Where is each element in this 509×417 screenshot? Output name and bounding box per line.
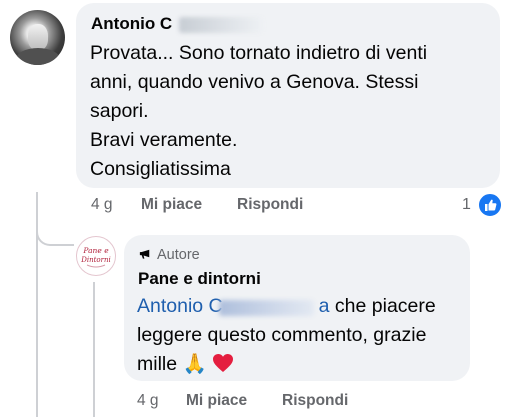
reaction-count[interactable]: 1 bbox=[462, 196, 471, 214]
comment-time[interactable]: 4 g bbox=[91, 196, 113, 214]
commenter-name[interactable]: Antonio C bbox=[91, 14, 172, 34]
name-blur bbox=[179, 17, 263, 33]
avatar-shoulders bbox=[16, 48, 60, 65]
commenter-avatar[interactable] bbox=[10, 10, 65, 65]
svg-text:Dintorni: Dintorni bbox=[80, 256, 110, 264]
mention-tail: a bbox=[318, 295, 330, 317]
author-badge: Autore bbox=[138, 246, 200, 263]
red-heart-emoji bbox=[212, 353, 234, 375]
like-button[interactable]: Mi piace bbox=[141, 196, 202, 214]
reply-like-button[interactable]: Mi piace bbox=[186, 392, 247, 410]
thumbs-up-icon[interactable] bbox=[477, 192, 503, 218]
mention-blur bbox=[219, 300, 314, 316]
mention-visible: Antonio C bbox=[137, 295, 223, 317]
reply-actions: 4 g Mi piace Rispondi bbox=[137, 392, 387, 412]
comment-bubble: Antonio C Provata... Sono tornato indiet… bbox=[76, 3, 500, 188]
reply-reply-button[interactable]: Rispondi bbox=[282, 392, 348, 410]
megaphone-icon bbox=[139, 249, 150, 259]
comment-actions: 4 g Mi piace Rispondi bbox=[91, 196, 341, 216]
commenter-name-text: Antonio C bbox=[91, 14, 173, 33]
reply-thread-line bbox=[93, 282, 95, 417]
comment-text: Provata... Sono tornato indietro di vent… bbox=[90, 42, 428, 180]
reply-text-first: che piacere bbox=[329, 295, 436, 317]
page-logo-avatar[interactable]: Pane e Dintorni bbox=[76, 236, 116, 276]
svg-text:Pane e: Pane e bbox=[82, 246, 109, 255]
reply-button[interactable]: Rispondi bbox=[237, 196, 303, 214]
author-badge-label: Autore bbox=[157, 247, 200, 263]
reply-time[interactable]: 4 g bbox=[137, 392, 159, 410]
reply-bubble: Autore Pane e dintorni Antonio C a che pi… bbox=[124, 235, 470, 381]
folded-hands-emoji: 🙏 bbox=[182, 353, 207, 375]
thread-connector bbox=[36, 220, 74, 246]
page-name[interactable]: Pane e dintorni bbox=[138, 269, 261, 289]
reply-text-rest: leggere questo commento, grazie mille bbox=[137, 324, 427, 375]
avatar-face bbox=[28, 24, 48, 50]
pane-e-dintorni-logo: Pane e Dintorni bbox=[78, 238, 114, 274]
